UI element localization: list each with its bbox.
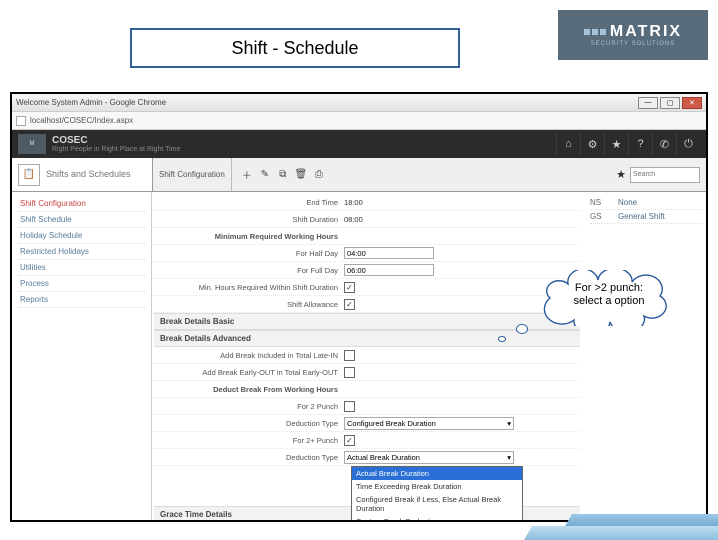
deduction-type-1-select[interactable]: Configured Break Duration▾ bbox=[344, 417, 514, 430]
for-2-punch-checkbox[interactable] bbox=[344, 401, 355, 412]
add-button[interactable]: ＋ bbox=[238, 166, 256, 184]
callout-cloud: For >2 punch: select a option bbox=[530, 270, 680, 326]
sidebar-item-holiday-schedule[interactable]: Holiday Schedule bbox=[18, 228, 145, 244]
copy-button[interactable]: ⧉ bbox=[274, 166, 292, 184]
deduction-type-1-label: Deduction Type bbox=[154, 419, 344, 428]
for-2plus-punch-checkbox[interactable]: ✓ bbox=[344, 435, 355, 446]
minimize-button[interactable]: — bbox=[638, 97, 658, 109]
presentation-header: Shift - Schedule MATRIX SECURITY SOLUTIO… bbox=[0, 0, 718, 80]
shift-duration-label: Shift Duration bbox=[154, 215, 344, 224]
sidebar-item-process[interactable]: Process bbox=[18, 276, 145, 292]
app-logo-icon: M bbox=[18, 134, 46, 154]
gear-icon[interactable]: ⚙ bbox=[580, 133, 604, 155]
print-button[interactable]: ⎙ bbox=[310, 166, 328, 184]
add-break-late-checkbox[interactable] bbox=[344, 350, 355, 361]
dropdown-option[interactable]: Custom Break Deduction bbox=[352, 515, 522, 520]
delete-button[interactable]: 🗑 bbox=[292, 166, 310, 184]
phone-icon[interactable]: ✆ bbox=[652, 133, 676, 155]
full-day-input[interactable] bbox=[344, 264, 434, 276]
dropdown-option[interactable]: Actual Break Duration bbox=[352, 467, 522, 480]
callout-text: For >2 punch: select a option bbox=[550, 282, 668, 308]
window-title-text: Welcome System Admin - Google Chrome bbox=[16, 98, 638, 107]
end-time-value: 18:00 bbox=[344, 198, 363, 207]
deduction-type-2-select[interactable]: Actual Break Duration▾ bbox=[344, 451, 514, 464]
url-text[interactable]: localhost/COSEC/Index.aspx bbox=[30, 116, 133, 125]
dropdown-option[interactable]: Configured Break if Less, Else Actual Br… bbox=[352, 493, 522, 515]
sidebar-item-utilities[interactable]: Utilities bbox=[18, 260, 145, 276]
min-within-label: Min. Hours Required Within Shift Duratio… bbox=[154, 283, 344, 292]
chevron-down-icon: ▾ bbox=[507, 453, 511, 462]
for-2-punch-label: For 2 Punch bbox=[154, 402, 344, 411]
module-heading: 📋 Shifts and Schedules bbox=[12, 158, 152, 191]
favorite-icon[interactable]: ★ bbox=[616, 168, 626, 181]
break-advanced-header[interactable]: Break Details Advanced bbox=[154, 330, 580, 347]
sidebar-item-reports[interactable]: Reports bbox=[18, 292, 145, 308]
min-req-header: Minimum Required Working Hours bbox=[154, 232, 344, 241]
sidebar-item-restricted-holidays[interactable]: Restricted Holidays bbox=[18, 244, 145, 260]
address-bar: localhost/COSEC/Index.aspx bbox=[12, 112, 706, 130]
deduction-type-2-label: Deduction Type bbox=[154, 453, 344, 462]
add-break-late-label: Add Break Included in Total Late-IN bbox=[154, 351, 344, 360]
main-area: Shift Configuration Shift Schedule Holid… bbox=[12, 192, 706, 520]
add-break-early-checkbox[interactable] bbox=[344, 367, 355, 378]
app-tagline: Right People in Right Place at Right Tim… bbox=[52, 146, 180, 153]
app-name: COSEC bbox=[52, 135, 180, 146]
logo-brand-text: MATRIX bbox=[610, 23, 682, 41]
matrix-logo: MATRIX SECURITY SOLUTIONS bbox=[558, 10, 708, 60]
search-input[interactable] bbox=[630, 167, 700, 183]
slide-title: Shift - Schedule bbox=[130, 28, 460, 68]
window-titlebar: Welcome System Admin - Google Chrome — ▢… bbox=[12, 94, 706, 112]
callout-bubble-icon bbox=[498, 336, 506, 342]
list-item[interactable]: GSGeneral Shift bbox=[590, 210, 702, 224]
end-time-label: End Time bbox=[154, 198, 344, 207]
shift-duration-value: 08:00 bbox=[344, 215, 363, 224]
help-icon[interactable]: ? bbox=[628, 133, 652, 155]
logo-tagline: SECURITY SOLUTIONS bbox=[591, 41, 676, 47]
module-icon: 📋 bbox=[18, 164, 40, 186]
list-item[interactable]: NSNone bbox=[590, 196, 702, 210]
deduction-type-dropdown[interactable]: Actual Break Duration Time Exceeding Bre… bbox=[351, 466, 523, 520]
power-icon[interactable]: ⏻ bbox=[676, 133, 700, 155]
for-2plus-punch-label: For 2+ Punch bbox=[154, 436, 344, 445]
panel-title: Shift Configuration bbox=[159, 158, 232, 191]
sidebar-item-shift-config[interactable]: Shift Configuration bbox=[18, 196, 145, 212]
sub-toolbar: 📋 Shifts and Schedules Shift Configurati… bbox=[12, 158, 706, 192]
min-within-checkbox[interactable]: ✓ bbox=[344, 282, 355, 293]
add-break-early-label: Add Break Early-OUT in Total Early-OUT bbox=[154, 368, 344, 377]
edit-button[interactable]: ✎ bbox=[256, 166, 274, 184]
half-day-label: For Half Day bbox=[154, 249, 344, 258]
module-title: Shifts and Schedules bbox=[46, 170, 131, 180]
shift-allowance-checkbox[interactable]: ✓ bbox=[344, 299, 355, 310]
shift-list: NSNone GSGeneral Shift bbox=[586, 192, 706, 520]
slide-title-text: Shift - Schedule bbox=[231, 38, 358, 59]
half-day-input[interactable] bbox=[344, 247, 434, 259]
deduct-header: Deduct Break From Working Hours bbox=[154, 385, 344, 394]
sidebar-item-shift-schedule[interactable]: Shift Schedule bbox=[18, 212, 145, 228]
form-panel: End Time18:00 Shift Duration08:00 Minimu… bbox=[152, 192, 586, 520]
page-icon bbox=[16, 116, 26, 126]
home-icon[interactable]: ⌂ bbox=[556, 133, 580, 155]
shift-allowance-label: Shift Allowance bbox=[154, 300, 344, 309]
star-icon[interactable]: ★ bbox=[604, 133, 628, 155]
full-day-label: For Full Day bbox=[154, 266, 344, 275]
chevron-down-icon: ▾ bbox=[507, 419, 511, 428]
dropdown-option[interactable]: Time Exceeding Break Duration bbox=[352, 480, 522, 493]
callout-bubble-icon bbox=[516, 324, 528, 334]
app-header: M COSEC Right People in Right Place at R… bbox=[12, 130, 706, 158]
close-button[interactable]: ✕ bbox=[682, 97, 702, 109]
maximize-button[interactable]: ▢ bbox=[660, 97, 680, 109]
sidebar: Shift Configuration Shift Schedule Holid… bbox=[12, 192, 152, 520]
